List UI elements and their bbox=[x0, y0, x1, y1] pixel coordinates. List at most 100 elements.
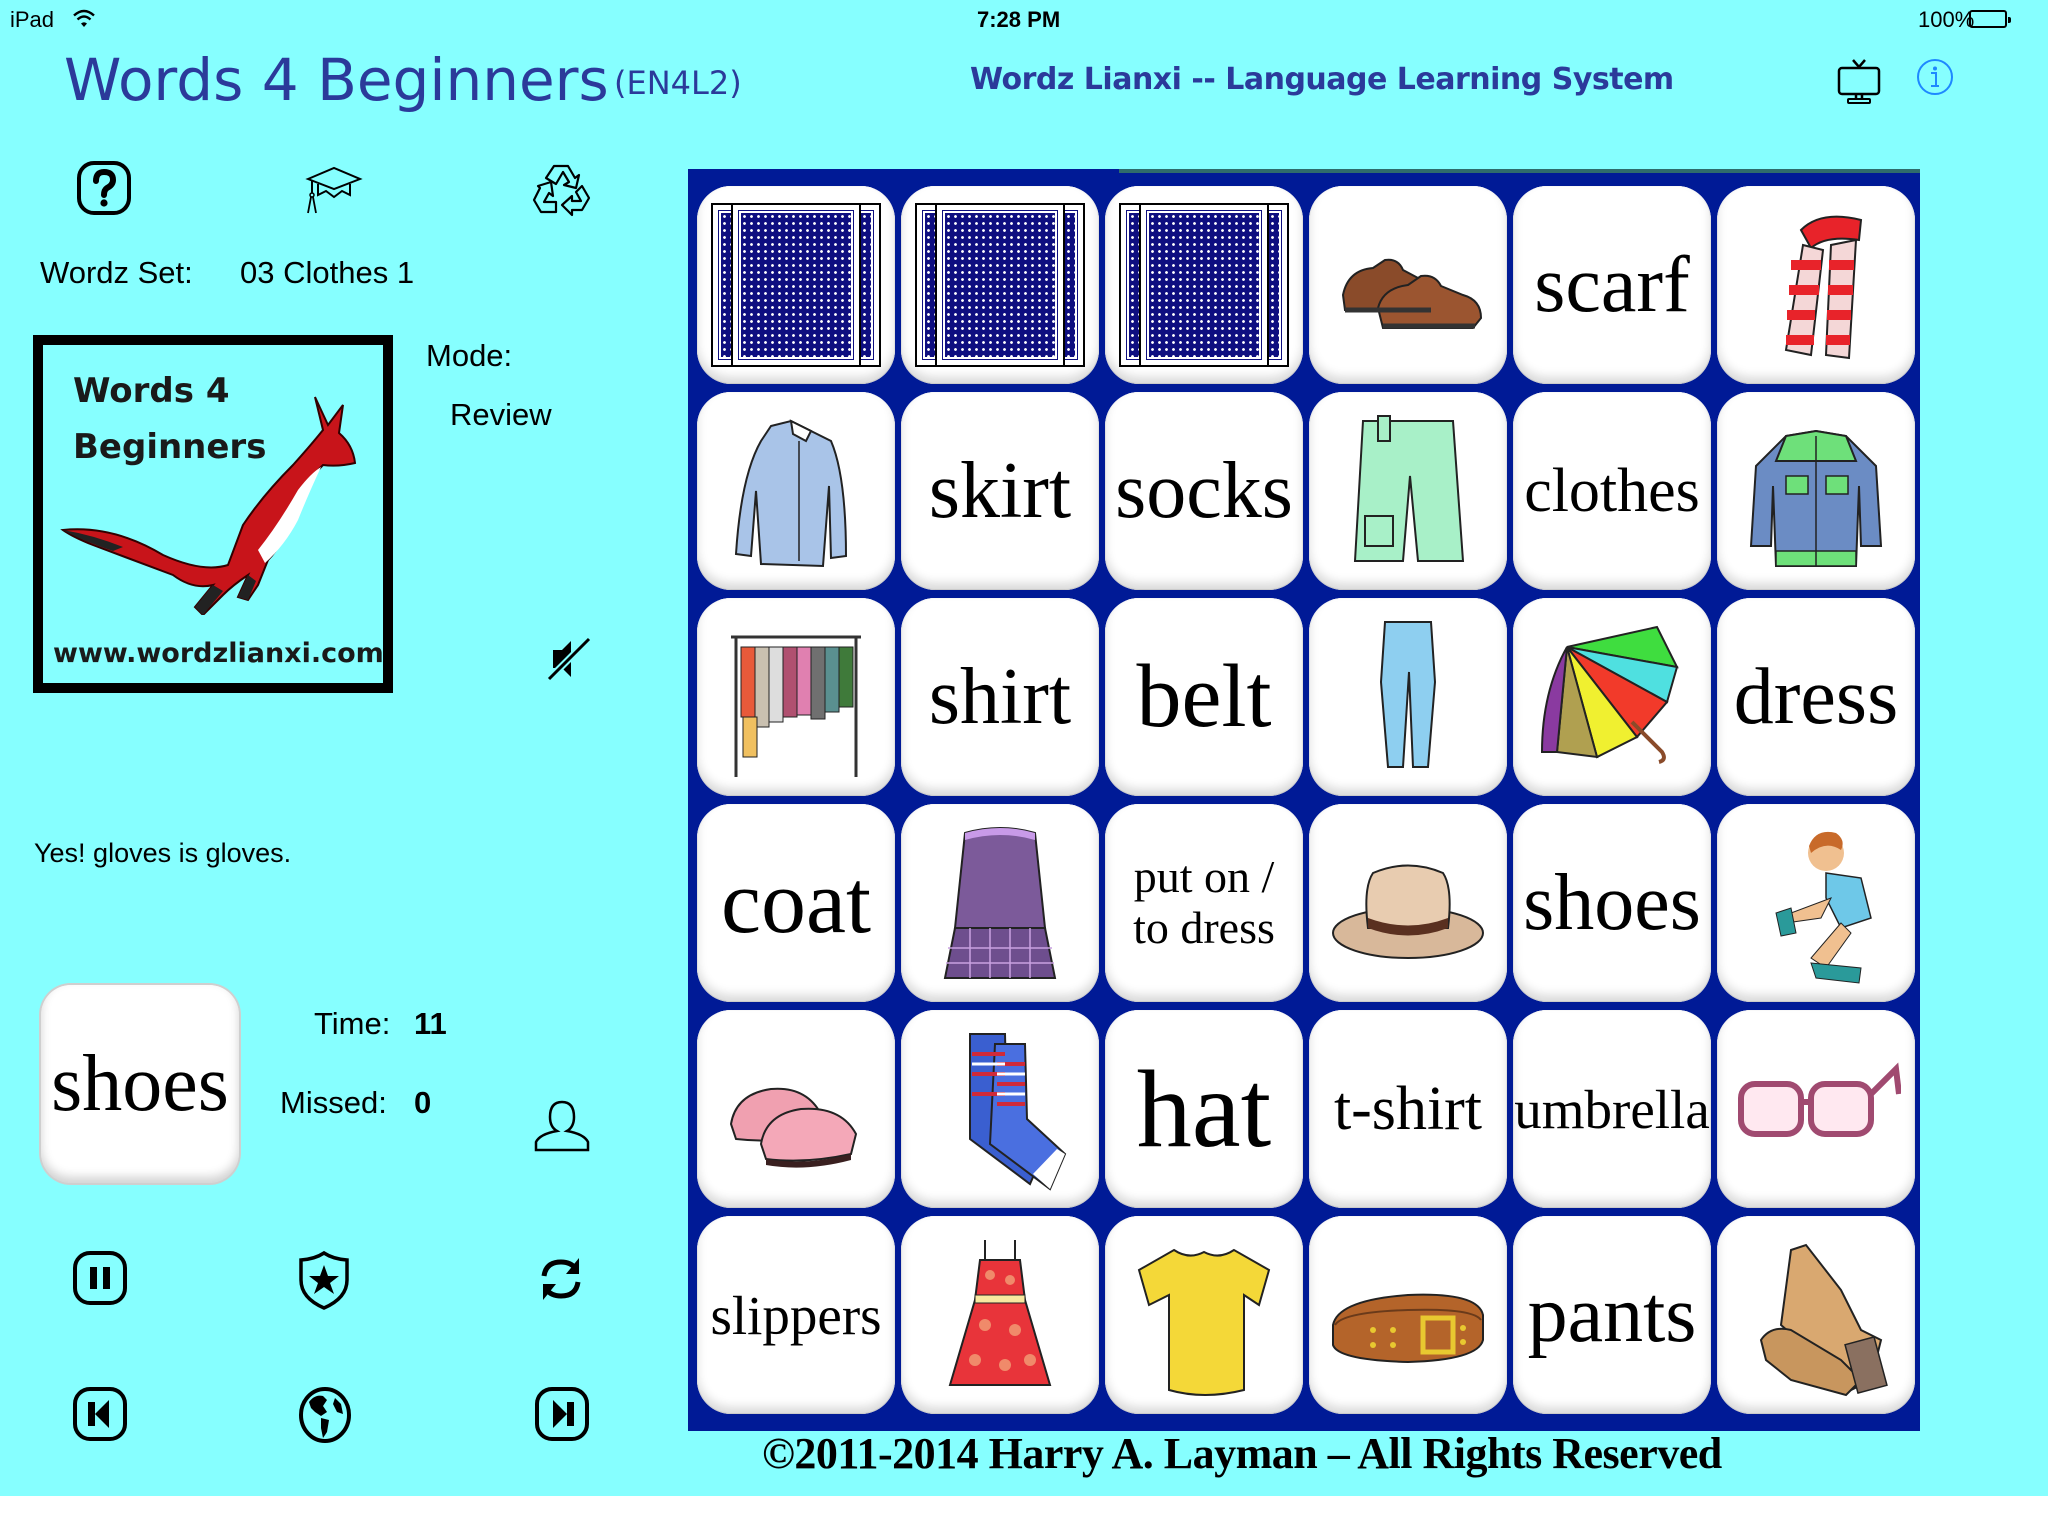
user-icon[interactable] bbox=[532, 1100, 592, 1152]
tile-word-text: socks bbox=[1115, 447, 1293, 535]
app-title: Words 4 Beginners bbox=[64, 46, 609, 114]
tile-picture[interactable] bbox=[1717, 1216, 1915, 1414]
card-back-icon bbox=[711, 203, 881, 367]
tile-word[interactable]: t-shirt bbox=[1309, 1010, 1507, 1208]
speaker-muted-icon[interactable] bbox=[546, 636, 592, 682]
kangaroo-logo-icon bbox=[60, 396, 357, 615]
tile-picture[interactable] bbox=[1309, 186, 1507, 384]
tile-word[interactable]: clothes bbox=[1513, 392, 1711, 590]
tile-word[interactable]: scarf bbox=[1513, 186, 1711, 384]
tile-word-text: scarf bbox=[1534, 241, 1690, 329]
coat-picture-icon bbox=[1731, 406, 1901, 576]
tile-word-text: shirt bbox=[928, 653, 1072, 741]
tile-word-text: hat bbox=[1136, 1048, 1272, 1170]
put-on-picture-icon bbox=[1731, 818, 1901, 988]
tile-face-down[interactable] bbox=[697, 186, 895, 384]
time-label: Time: bbox=[314, 1006, 391, 1041]
tile-picture[interactable] bbox=[1309, 392, 1507, 590]
tile-picture[interactable] bbox=[1717, 1010, 1915, 1208]
tile-word-text: put on / to dress bbox=[1133, 851, 1275, 953]
wordz-set-value[interactable]: 03 Clothes 1 bbox=[240, 255, 414, 291]
tile-picture[interactable] bbox=[901, 804, 1099, 1002]
tile-picture[interactable] bbox=[1717, 186, 1915, 384]
tile-word-text: shoes bbox=[1523, 859, 1701, 947]
skirt-picture-icon bbox=[915, 818, 1085, 988]
tile-word[interactable]: socks bbox=[1105, 392, 1303, 590]
status-time: 7:28 PM bbox=[977, 7, 1061, 32]
status-device: iPad bbox=[10, 7, 55, 32]
clothes-picture-icon bbox=[711, 612, 881, 782]
tile-word[interactable]: skirt bbox=[901, 392, 1099, 590]
tile-word[interactable]: coat bbox=[697, 804, 895, 1002]
tile-word-text: t-shirt bbox=[1333, 1075, 1483, 1143]
wifi-icon bbox=[72, 9, 96, 29]
belt-picture-icon bbox=[1323, 1230, 1493, 1400]
tile-word[interactable]: put on / to dress bbox=[1105, 804, 1303, 1002]
tile-word[interactable]: pants bbox=[1513, 1216, 1711, 1414]
missed-value: 0 bbox=[414, 1085, 432, 1120]
skip-forward-icon[interactable] bbox=[534, 1386, 590, 1442]
refresh-icon[interactable] bbox=[536, 1254, 586, 1304]
tile-word-text: belt bbox=[1136, 647, 1272, 746]
info-icon[interactable] bbox=[1916, 58, 1954, 96]
current-card[interactable]: shoes bbox=[41, 985, 239, 1183]
globe-icon[interactable] bbox=[297, 1386, 353, 1444]
help-icon[interactable] bbox=[76, 160, 132, 216]
timer-bar-fill bbox=[1119, 169, 1920, 173]
tile-picture[interactable] bbox=[901, 1010, 1099, 1208]
tile-picture[interactable] bbox=[1309, 598, 1507, 796]
mode-value[interactable]: Review bbox=[450, 397, 552, 433]
app-subtitle: Wordz Lianxi -- Language Learning System bbox=[970, 62, 1674, 97]
tile-face-down[interactable] bbox=[901, 186, 1099, 384]
skip-back-icon[interactable] bbox=[72, 1386, 128, 1442]
tv-icon[interactable] bbox=[1836, 56, 1882, 106]
glasses-picture-icon bbox=[1731, 1024, 1901, 1194]
graduation-cap-icon[interactable] bbox=[304, 165, 364, 215]
tile-face-down[interactable] bbox=[1105, 186, 1303, 384]
copyright: ©2011-2014 Harry A. Layman – All Rights … bbox=[762, 1429, 1722, 1478]
slippers-picture-icon bbox=[711, 1024, 881, 1194]
scarf-picture-icon bbox=[1731, 200, 1901, 370]
app-code: (EN4L2) bbox=[614, 64, 742, 102]
shorts-picture-icon bbox=[1323, 406, 1493, 576]
game-board: scarf skirt socks clothes shirt belt dress coat… bbox=[688, 169, 1920, 1431]
tile-picture[interactable] bbox=[697, 392, 895, 590]
mode-label: Mode: bbox=[426, 338, 513, 373]
tile-word[interactable]: hat bbox=[1105, 1010, 1303, 1208]
tile-picture[interactable] bbox=[697, 1010, 895, 1208]
timer-bar bbox=[688, 169, 1920, 173]
dress-picture-icon bbox=[915, 1230, 1085, 1400]
t-shirt-picture-icon bbox=[1119, 1230, 1289, 1400]
tile-word[interactable]: shirt bbox=[901, 598, 1099, 796]
socks-picture-icon bbox=[915, 1024, 1085, 1194]
pants-picture-icon bbox=[1323, 612, 1493, 782]
tile-word[interactable]: shoes bbox=[1513, 804, 1711, 1002]
tile-word-text: umbrella bbox=[1514, 1078, 1710, 1140]
tile-word-text: clothes bbox=[1524, 457, 1700, 525]
tile-picture[interactable] bbox=[697, 598, 895, 796]
tile-picture[interactable] bbox=[1513, 598, 1711, 796]
tile-word[interactable]: umbrella bbox=[1513, 1010, 1711, 1208]
status-battery-percent: 100% bbox=[1918, 7, 1975, 32]
tile-word-text: skirt bbox=[928, 447, 1072, 535]
tile-picture[interactable] bbox=[1309, 1216, 1507, 1414]
time-value: 11 bbox=[414, 1006, 447, 1041]
app-screen: iPad 7:28 PM 100% Words 4 Beginners (EN4… bbox=[0, 0, 2048, 1496]
logo-url: www.wordzlianxi.com bbox=[53, 638, 384, 669]
wordz-set-label: Wordz Set: bbox=[40, 255, 193, 290]
tile-picture[interactable] bbox=[1309, 804, 1507, 1002]
shield-star-icon[interactable] bbox=[297, 1250, 351, 1310]
card-back-icon bbox=[915, 203, 1085, 367]
tile-word-text: dress bbox=[1733, 653, 1899, 741]
tile-picture[interactable] bbox=[901, 1216, 1099, 1414]
tile-word[interactable]: belt bbox=[1105, 598, 1303, 796]
pause-icon[interactable] bbox=[72, 1250, 128, 1306]
tile-picture[interactable] bbox=[1717, 804, 1915, 1002]
tile-picture[interactable] bbox=[1105, 1216, 1303, 1414]
umbrella-picture-icon bbox=[1527, 612, 1697, 782]
tile-word[interactable]: dress bbox=[1717, 598, 1915, 796]
tile-picture[interactable] bbox=[1717, 392, 1915, 590]
recycle-icon[interactable] bbox=[532, 160, 592, 220]
tile-word[interactable]: slippers bbox=[697, 1216, 895, 1414]
gloves-picture-icon bbox=[1731, 1230, 1901, 1400]
